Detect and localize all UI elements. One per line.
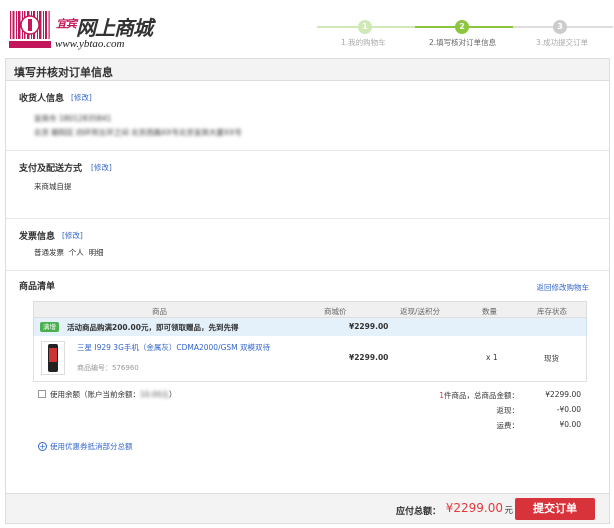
checkout-steps: 1 2 3 1.我的购物车 2.填写核对订单信息 3.成功提交订单: [317, 20, 613, 50]
consignee-address: 北京 朝阳区 四环到五环之间 北京西路XX号北京宜宾大厦XX号: [34, 128, 242, 137]
logo-name: 宜宾网上商城: [56, 16, 153, 40]
promo-row: 满增 活动商品购满200.00元，即可领取赠品，先到先得 ¥2299.00: [33, 318, 587, 336]
col-goods: 商品: [152, 307, 167, 316]
invoice-title: 发票信息: [19, 232, 56, 242]
cart-table-header: 商品 商城价 返现/送积分 数量 库存状态: [33, 301, 587, 318]
payment-method: 来商城自提: [34, 182, 72, 191]
order-footer: 应付总额： ¥2299.00 元 提交订单: [6, 493, 609, 523]
title-bar: 填写并核对订单信息: [6, 59, 609, 81]
invoice-who: 个人: [68, 248, 84, 257]
product-thumbnail[interactable]: [41, 341, 65, 375]
total-unit: 元: [504, 506, 513, 516]
step-3-label: 3.成功提交订单: [536, 38, 589, 47]
phone-icon: [48, 344, 58, 372]
back-to-cart-link[interactable]: 返回修改购物车: [537, 282, 590, 293]
col-cashback: 返现/送积分: [400, 307, 441, 316]
order-form: 填写并核对订单信息 收货人信息 [修改] 宜宾市 18012835841 北京 …: [5, 58, 610, 524]
step-1-label: 1.我的购物车: [341, 38, 386, 47]
header: 宜宾网上商城 www.ybtao.com 1 2 3 1.我的购物车 2.填写核…: [0, 0, 614, 58]
promo-text: 活动商品购满200.00元，即可领取赠品，先到先得: [67, 323, 239, 332]
col-stock: 库存状态: [537, 307, 567, 316]
shipping-label: 运费：: [496, 421, 520, 430]
payment-section: 支付及配送方式 [修改] 来商城自提: [6, 151, 609, 219]
promo-price: ¥2299.00: [349, 322, 389, 331]
col-qty: 数量: [482, 307, 497, 316]
cashback-value: -¥0.00: [556, 405, 581, 414]
use-balance-option[interactable]: 使用余额（账户当前余额：10.00元）: [38, 389, 176, 400]
consignee-section: 收货人信息 [修改] 宜宾市 18012835841 北京 朝阳区 四环到五环之…: [6, 81, 609, 151]
total-value: ¥2299.00: [445, 501, 503, 515]
invoice-details: 普通发票 个人 明细: [34, 247, 104, 258]
payment-title: 支付及配送方式: [19, 164, 83, 174]
edit-consignee-link[interactable]: [修改]: [71, 92, 92, 103]
consignee-title: 收货人信息: [19, 94, 65, 104]
edit-invoice-link[interactable]: [修改]: [62, 230, 83, 241]
cart-title: 商品清单: [19, 282, 56, 292]
cart-table: 商品 商城价 返现/送积分 数量 库存状态 满增 活动商品购满200.00元，即…: [33, 301, 587, 382]
logo-url: www.ybtao.com: [55, 38, 125, 50]
step-1-circle: 1: [358, 20, 372, 34]
edit-payment-link[interactable]: [修改]: [91, 162, 112, 173]
submit-order-button[interactable]: 提交订单: [515, 498, 595, 520]
use-coupon-link[interactable]: + 使用优惠券抵消部分总额: [38, 441, 133, 452]
goods-total-value: ¥2299.00: [545, 390, 581, 399]
invoice-type: 普通发票: [34, 248, 64, 257]
table-row: 三星 I929 3G手机（金属灰）CDMA2000/GSM 双模双待 商品编号：…: [33, 336, 587, 382]
product-name-link[interactable]: 三星 I929 3G手机（金属灰）CDMA2000/GSM 双模双待: [77, 342, 270, 353]
step-2-circle: 2: [455, 20, 469, 34]
use-balance-checkbox[interactable]: [38, 390, 46, 398]
step-2-label: 2.填写核对订单信息: [429, 38, 497, 47]
cashback-label: 返现：: [496, 406, 520, 415]
site-logo[interactable]: 宜宾网上商城 www.ybtao.com: [8, 8, 158, 54]
step-3-circle: 3: [553, 20, 567, 34]
product-qty: x 1: [486, 353, 498, 362]
product-stock: 现货: [544, 354, 559, 363]
invoice-content: 明细: [88, 248, 104, 257]
barcode-logo-icon: [8, 8, 52, 50]
consignee-name-phone: 宜宾市 18012835841: [34, 114, 112, 123]
shipping-value: ¥0.00: [559, 420, 581, 429]
col-price: 商城价: [324, 307, 347, 316]
total-label: 应付总额：: [395, 507, 441, 517]
product-code: 商品编号：576960: [77, 364, 139, 372]
plus-icon: +: [38, 442, 47, 451]
goods-total-label: 1件商品，总商品金额：: [439, 391, 519, 400]
page-title: 填写并核对订单信息: [14, 66, 113, 79]
product-price: ¥2299.00: [349, 353, 389, 362]
promo-tag: 满增: [40, 322, 59, 332]
invoice-section: 发票信息 [修改] 普通发票 个人 明细: [6, 219, 609, 271]
